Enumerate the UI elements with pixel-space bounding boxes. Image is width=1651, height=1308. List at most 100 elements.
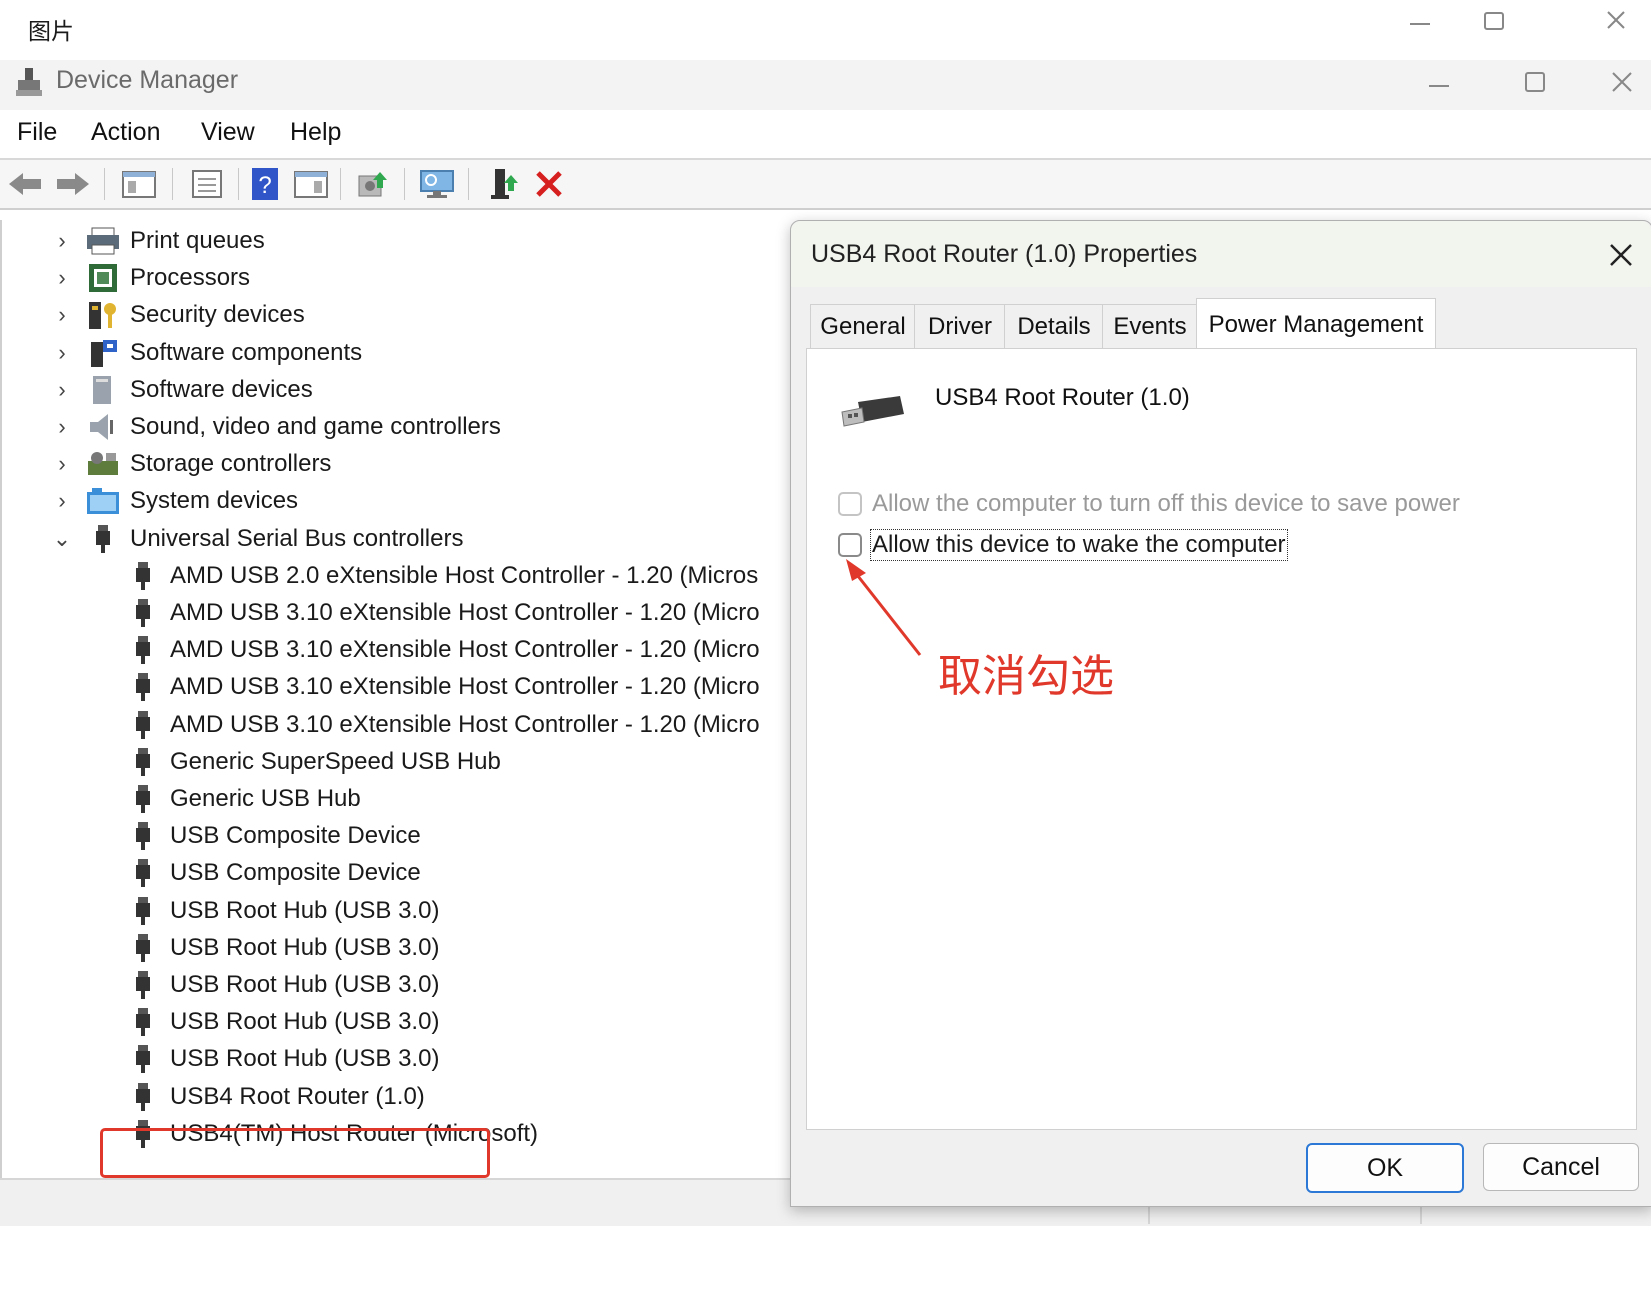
tree-category-label: Print queues	[130, 227, 265, 254]
viewer-title: 图片	[28, 18, 74, 44]
toolbar-separator	[340, 168, 341, 200]
expand-chevron-icon[interactable]: ›	[52, 414, 72, 440]
expand-chevron-icon[interactable]: ›	[52, 340, 72, 366]
expand-chevron-icon[interactable]: ›	[52, 488, 72, 514]
ok-button[interactable]: OK	[1306, 1143, 1464, 1193]
device-manager-title: Device Manager	[56, 66, 239, 94]
tree-category-storage-controllers[interactable]: › Storage controllers	[52, 446, 331, 482]
show-hide-tree-icon[interactable]	[120, 166, 158, 202]
usb-icon	[126, 672, 160, 702]
help-icon[interactable]: ?	[246, 166, 284, 202]
tree-device-usb-composite-device[interactable]: USB Composite Device	[126, 855, 421, 891]
usb-icon	[126, 1044, 160, 1074]
usb-device-icon	[838, 390, 910, 435]
usb-icon	[126, 821, 160, 851]
tab-driver[interactable]: Driver	[914, 304, 1006, 349]
back-arrow-icon[interactable]	[6, 166, 44, 202]
tree-category-universal-serial-bus-controllers[interactable]: ⌄ Universal Serial Bus controllers	[52, 521, 463, 557]
forward-arrow-icon[interactable]	[54, 166, 92, 202]
action-pane-icon[interactable]	[292, 166, 330, 202]
tree-device-usb4-root-router-1-0[interactable]: USB4 Root Router (1.0)	[126, 1079, 425, 1115]
tree-category-software-devices[interactable]: › Software devices	[52, 372, 313, 408]
viewer-minimize-icon[interactable]	[1385, 0, 1455, 40]
tree-category-label: Storage controllers	[130, 450, 332, 478]
tree-category-print-queues[interactable]: › Print queues	[52, 223, 265, 259]
tree-device-usb-composite-device[interactable]: USB Composite Device	[126, 818, 421, 854]
dm-maximize-icon[interactable]	[1500, 62, 1570, 102]
tree-device-generic-usb-hub[interactable]: Generic USB Hub	[126, 781, 361, 817]
tree-category-label: Security devices	[130, 301, 305, 329]
power-management-panel	[806, 348, 1637, 1130]
collapse-chevron-icon[interactable]: ⌄	[52, 526, 72, 552]
tree-device-usb-root-hub-usb-3-0[interactable]: USB Root Hub (USB 3.0)	[126, 967, 439, 1003]
tree-device-amd-usb-2-0-extensible-host-controller-1-20-micros[interactable]: AMD USB 2.0 eXtensible Host Controller -…	[126, 558, 758, 594]
tree-category-label: Software devices	[130, 375, 313, 403]
tree-category-system-devices[interactable]: › System devices	[52, 483, 298, 519]
wake-computer-checkbox[interactable]	[838, 533, 862, 557]
tree-category-security-devices[interactable]: › Security devices	[52, 297, 305, 333]
usb-icon	[86, 524, 120, 554]
expand-chevron-icon[interactable]: ›	[52, 228, 72, 254]
tab-details[interactable]: Details	[1004, 304, 1104, 349]
usb-icon	[126, 784, 160, 814]
tree-device-amd-usb-3-10-extensible-host-controller-1-20-micro[interactable]: AMD USB 3.10 eXtensible Host Controller …	[126, 595, 760, 631]
usb-icon	[126, 1007, 160, 1037]
tab-events[interactable]: Events	[1102, 304, 1198, 349]
tree-category-sound-video-and-game-controllers[interactable]: › Sound, video and game controllers	[52, 409, 501, 445]
expand-chevron-icon[interactable]: ›	[52, 377, 72, 403]
expand-chevron-icon[interactable]: ›	[52, 451, 72, 477]
dialog-close-icon[interactable]	[1600, 234, 1642, 276]
uninstall-device-icon[interactable]	[530, 166, 568, 202]
enable-device-icon[interactable]	[484, 166, 522, 202]
device-tree[interactable]: › Print queues › Processors › Security device…	[0, 220, 792, 1180]
tree-device-amd-usb-3-10-extensible-host-controller-1-20-micro[interactable]: AMD USB 3.10 eXtensible Host Controller …	[126, 707, 760, 743]
tree-device-label: AMD USB 3.10 eXtensible Host Controller …	[170, 636, 760, 664]
usb-icon	[126, 970, 160, 1000]
viewer-close-icon[interactable]	[1581, 0, 1651, 40]
annotation-label: 取消勾选	[938, 652, 1114, 701]
tree-category-label: Software components	[130, 338, 363, 366]
tree-device-amd-usb-3-10-extensible-host-controller-1-20-micro[interactable]: AMD USB 3.10 eXtensible Host Controller …	[126, 632, 760, 668]
cancel-button[interactable]: Cancel	[1483, 1143, 1639, 1191]
tree-device-usb-root-hub-usb-3-0[interactable]: USB Root Hub (USB 3.0)	[126, 1041, 439, 1077]
menu-help[interactable]: Help	[290, 118, 341, 147]
tree-device-label: AMD USB 3.10 eXtensible Host Controller …	[170, 673, 760, 701]
usb-icon	[126, 747, 160, 777]
tree-device-generic-superspeed-usb-hub[interactable]: Generic SuperSpeed USB Hub	[126, 744, 501, 780]
expand-chevron-icon[interactable]: ›	[52, 302, 72, 328]
tree-category-software-components[interactable]: › Software components	[52, 335, 362, 371]
tree-device-label: USB Root Hub (USB 3.0)	[170, 1045, 440, 1073]
tree-category-label: Sound, video and game controllers	[130, 413, 501, 440]
menu-view[interactable]: View	[201, 118, 255, 147]
processor-icon	[86, 263, 120, 293]
update-driver-icon[interactable]	[354, 166, 392, 202]
tree-device-usb-root-hub-usb-3-0[interactable]: USB Root Hub (USB 3.0)	[126, 930, 439, 966]
tree-category-label: Universal Serial Bus controllers	[130, 524, 464, 552]
viewer-maximize-icon[interactable]	[1459, 0, 1529, 40]
menu-file[interactable]: File	[17, 118, 57, 147]
tab-general[interactable]: General	[810, 304, 916, 349]
tree-device-label: USB Composite Device	[170, 859, 421, 887]
properties-icon[interactable]	[188, 166, 226, 202]
dm-minimize-icon[interactable]	[1404, 62, 1474, 102]
menu-action[interactable]: Action	[91, 118, 160, 147]
dm-close-icon[interactable]	[1594, 62, 1650, 102]
svg-text:?: ?	[258, 172, 271, 199]
annotation-arrow-icon	[846, 559, 922, 656]
turn-off-to-save-power-checkbox[interactable]	[838, 492, 862, 516]
tree-device-label: Generic SuperSpeed USB Hub	[170, 747, 501, 775]
tree-category-processors[interactable]: › Processors	[52, 260, 250, 296]
usb-icon	[126, 896, 160, 926]
tree-device-usb-root-hub-usb-3-0[interactable]: USB Root Hub (USB 3.0)	[126, 893, 439, 929]
usb-icon	[126, 598, 160, 628]
tree-device-label: Generic USB Hub	[170, 785, 361, 812]
tree-device-amd-usb-3-10-extensible-host-controller-1-20-micro[interactable]: AMD USB 3.10 eXtensible Host Controller …	[126, 669, 760, 705]
tab-power-management[interactable]: Power Management	[1196, 298, 1436, 351]
tree-device-label: USB Root Hub (USB 3.0)	[170, 1008, 440, 1036]
tree-device-usb-root-hub-usb-3-0[interactable]: USB Root Hub (USB 3.0)	[126, 1004, 439, 1040]
tree-device-label: AMD USB 3.10 eXtensible Host Controller …	[170, 599, 760, 626]
expand-chevron-icon[interactable]: ›	[52, 265, 72, 291]
software-device-icon	[86, 375, 120, 405]
tree-device-label: USB4 Root Router (1.0)	[170, 1082, 425, 1110]
scan-hardware-icon[interactable]	[418, 166, 456, 202]
